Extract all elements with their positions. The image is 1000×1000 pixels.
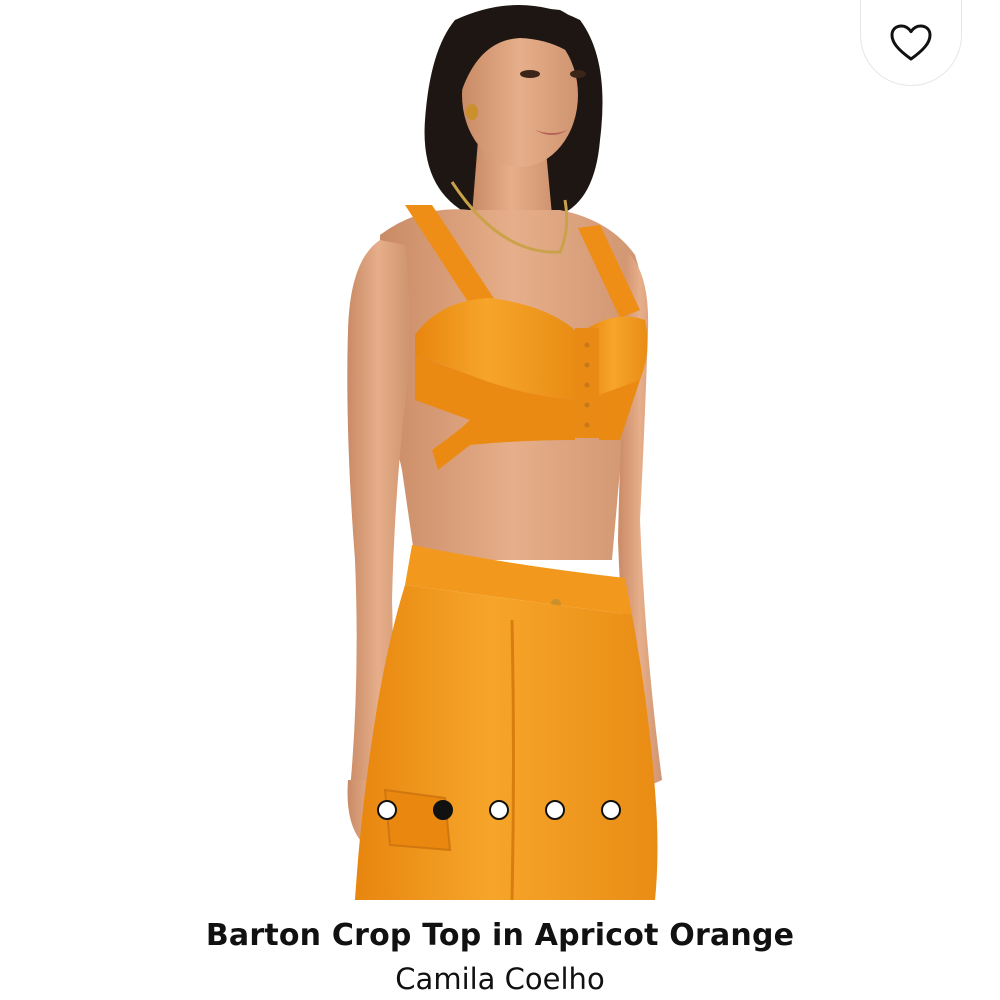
product-brand[interactable]: Camila Coelho [0,962,1000,996]
pager-dot-1[interactable] [377,800,397,820]
product-image-carousel[interactable] [0,0,1000,900]
image-pager [0,798,1000,822]
pager-dot-5[interactable] [601,800,621,820]
product-title: Barton Crop Top in Apricot Orange [205,918,795,953]
heart-outline-icon [890,24,932,60]
pager-dot-2[interactable] [433,800,453,820]
product-photo [0,0,1000,900]
product-detail-page: Barton Crop Top in Apricot Orange Camila… [0,0,1000,1000]
pager-dot-4[interactable] [545,800,565,820]
pager-dot-3[interactable] [489,800,509,820]
